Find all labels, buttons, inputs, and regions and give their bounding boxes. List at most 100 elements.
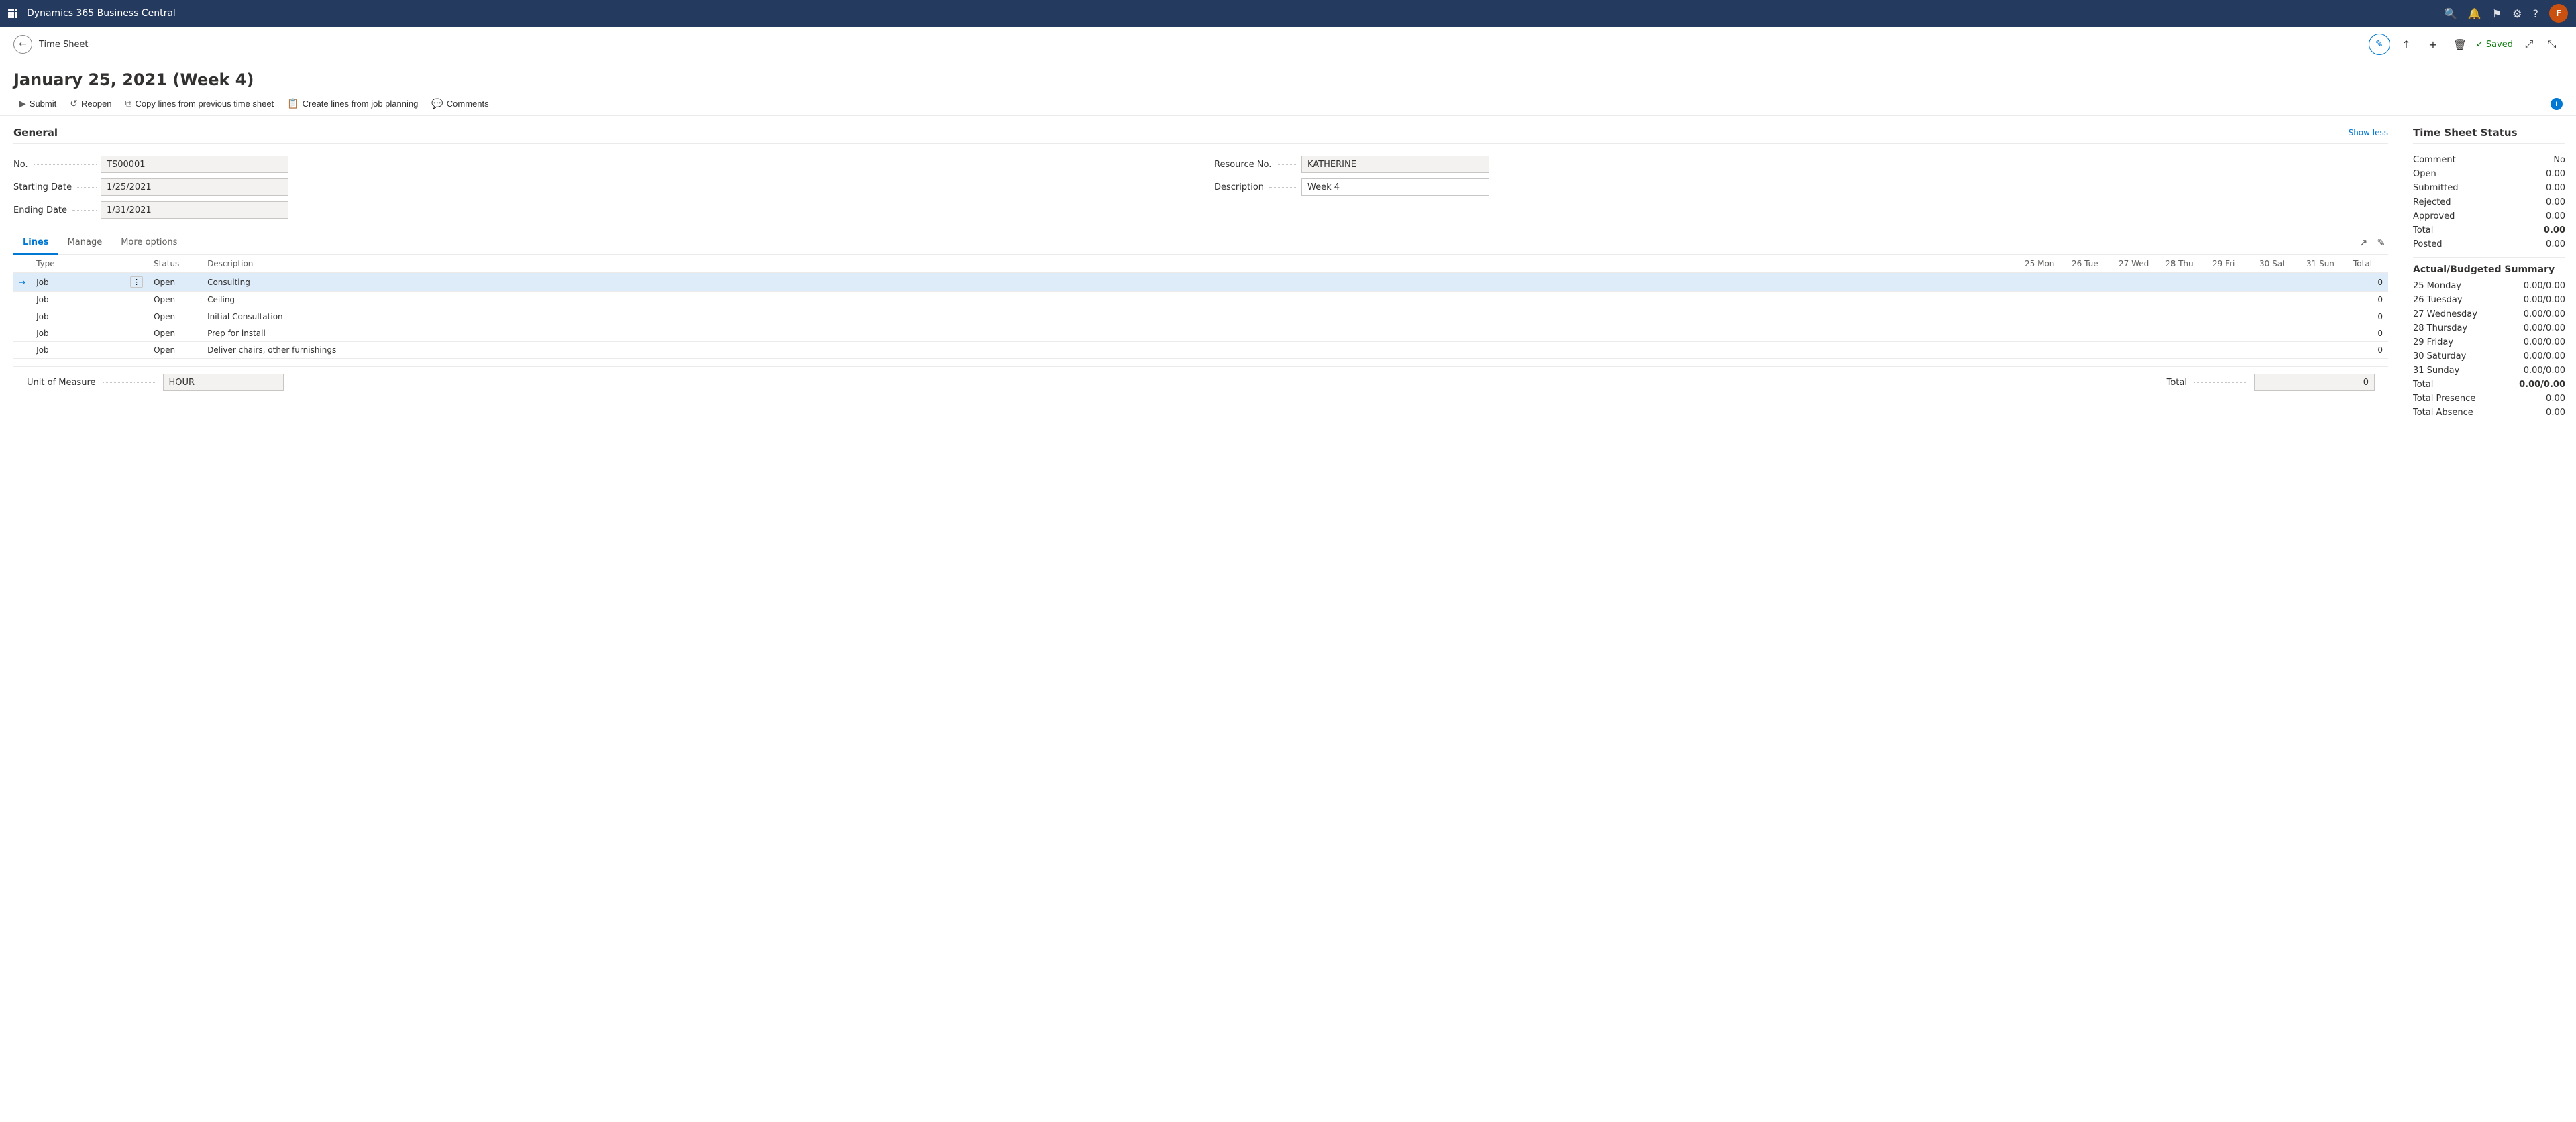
resource-no-value[interactable]: KATHERINE [1301, 156, 1489, 173]
row-fri[interactable] [2207, 325, 2254, 342]
help-icon[interactable]: ? [2533, 7, 2539, 20]
row-mon[interactable] [2019, 273, 2066, 292]
collapse-button[interactable]: ⤡ [2541, 34, 2563, 55]
row-sun[interactable] [2301, 342, 2348, 359]
table-share-icon[interactable]: ↗ [2357, 234, 2371, 251]
back-button[interactable]: ← [13, 35, 32, 54]
app-grid-icon[interactable] [8, 8, 19, 19]
unit-of-measure-value[interactable]: HOUR [163, 374, 284, 391]
row-description[interactable]: Initial Consultation [202, 308, 2019, 325]
starting-date-value[interactable]: 1/25/2021 [101, 178, 288, 196]
description-value[interactable]: Week 4 [1301, 178, 1489, 196]
bottom-fields: Unit of Measure HOUR Total 0 [13, 366, 2388, 398]
row-type[interactable]: Job [31, 273, 125, 292]
no-value[interactable]: TS00001 [101, 156, 288, 173]
row-sun[interactable] [2301, 308, 2348, 325]
show-less-link[interactable]: Show less [2349, 128, 2388, 137]
summary-row: 30 Saturday 0.00/0.00 [2413, 349, 2565, 363]
bell-icon[interactable]: 🔔 [2468, 7, 2481, 20]
row-fri[interactable] [2207, 308, 2254, 325]
total-group: Total 0 [2167, 374, 2375, 391]
table-row[interactable]: Job Open Initial Consultation 0 [13, 308, 2388, 325]
table-edit-icon[interactable]: ✎ [2374, 234, 2388, 251]
row-thu[interactable] [2160, 308, 2207, 325]
ending-date-value[interactable]: 1/31/2021 [101, 201, 288, 219]
row-sat[interactable] [2254, 308, 2301, 325]
table-row[interactable]: Job Open Deliver chairs, other furnishin… [13, 342, 2388, 359]
status-row-value: 0.00 [2546, 169, 2565, 179]
add-button[interactable]: + [2422, 34, 2444, 55]
row-sat[interactable] [2254, 273, 2301, 292]
row-tue[interactable] [2066, 273, 2113, 292]
row-wed[interactable] [2113, 308, 2160, 325]
row-thu[interactable] [2160, 273, 2207, 292]
create-lines-button[interactable]: 📋 Create lines from job planning [282, 95, 423, 113]
row-type[interactable]: Job [31, 292, 125, 308]
comments-button[interactable]: 💬 Comments [426, 95, 494, 113]
row-mon[interactable] [2019, 325, 2066, 342]
row-tue[interactable] [2066, 292, 2113, 308]
row-sat[interactable] [2254, 292, 2301, 308]
row-sat[interactable] [2254, 325, 2301, 342]
user-avatar[interactable]: F [2549, 4, 2568, 23]
row-type[interactable]: Job [31, 308, 125, 325]
reopen-label: Reopen [81, 99, 112, 109]
row-description[interactable]: Deliver chairs, other furnishings [202, 342, 2019, 359]
table-row[interactable]: Job Open Ceiling 0 [13, 292, 2388, 308]
row-status: Open [148, 325, 202, 342]
row-dots[interactable] [125, 325, 148, 342]
row-fri[interactable] [2207, 292, 2254, 308]
tab-lines[interactable]: Lines [13, 232, 58, 255]
row-sun[interactable] [2301, 325, 2348, 342]
flag-icon[interactable]: ⚑ [2492, 7, 2502, 20]
tab-manage[interactable]: Manage [58, 232, 112, 255]
row-dots[interactable] [125, 308, 148, 325]
row-mon[interactable] [2019, 292, 2066, 308]
row-fri[interactable] [2207, 342, 2254, 359]
create-icon: 📋 [287, 98, 299, 109]
row-thu[interactable] [2160, 292, 2207, 308]
row-description[interactable]: Ceiling [202, 292, 2019, 308]
row-mon[interactable] [2019, 342, 2066, 359]
row-type[interactable]: Job [31, 342, 125, 359]
table-row[interactable]: Job Open Prep for install 0 [13, 325, 2388, 342]
row-dots[interactable]: ⋮ [125, 273, 148, 292]
row-wed[interactable] [2113, 273, 2160, 292]
row-tue[interactable] [2066, 342, 2113, 359]
row-wed[interactable] [2113, 342, 2160, 359]
row-description[interactable]: Prep for install [202, 325, 2019, 342]
reopen-button[interactable]: ↺ Reopen [64, 95, 117, 113]
row-dots[interactable] [125, 342, 148, 359]
row-thu[interactable] [2160, 342, 2207, 359]
row-sun[interactable] [2301, 273, 2348, 292]
row-description[interactable]: Consulting [202, 273, 2019, 292]
copy-lines-button[interactable]: ⧉ Copy lines from previous time sheet [120, 95, 280, 113]
row-type[interactable]: Job [31, 325, 125, 342]
row-fri[interactable] [2207, 273, 2254, 292]
share-button[interactable]: ↑ [2396, 34, 2417, 55]
three-dot-button[interactable]: ⋮ [130, 276, 143, 288]
search-icon[interactable]: 🔍 [2444, 7, 2457, 20]
table-row[interactable]: → Job ⋮ Open Consulting 0 [13, 273, 2388, 292]
row-thu[interactable] [2160, 325, 2207, 342]
summary-row-value: 0.00/0.00 [2524, 281, 2565, 291]
edit-button[interactable]: ✎ [2369, 34, 2390, 55]
info-icon[interactable]: i [2551, 98, 2563, 110]
table-row-empty[interactable] [13, 359, 2388, 366]
tab-more-options[interactable]: More options [111, 232, 186, 255]
row-dots[interactable] [125, 292, 148, 308]
delete-icon: 🗑 [2453, 38, 2467, 51]
row-mon[interactable] [2019, 308, 2066, 325]
row-tue[interactable] [2066, 308, 2113, 325]
th-tue: 26 Tue [2066, 255, 2113, 273]
total-value[interactable]: 0 [2254, 374, 2375, 391]
row-wed[interactable] [2113, 325, 2160, 342]
delete-button[interactable]: 🗑 [2449, 34, 2471, 55]
row-wed[interactable] [2113, 292, 2160, 308]
gear-icon[interactable]: ⚙ [2512, 7, 2522, 20]
expand-button[interactable]: ⤢ [2518, 34, 2540, 55]
row-sun[interactable] [2301, 292, 2348, 308]
row-tue[interactable] [2066, 325, 2113, 342]
row-sat[interactable] [2254, 342, 2301, 359]
submit-button[interactable]: ▶ Submit [13, 95, 62, 113]
